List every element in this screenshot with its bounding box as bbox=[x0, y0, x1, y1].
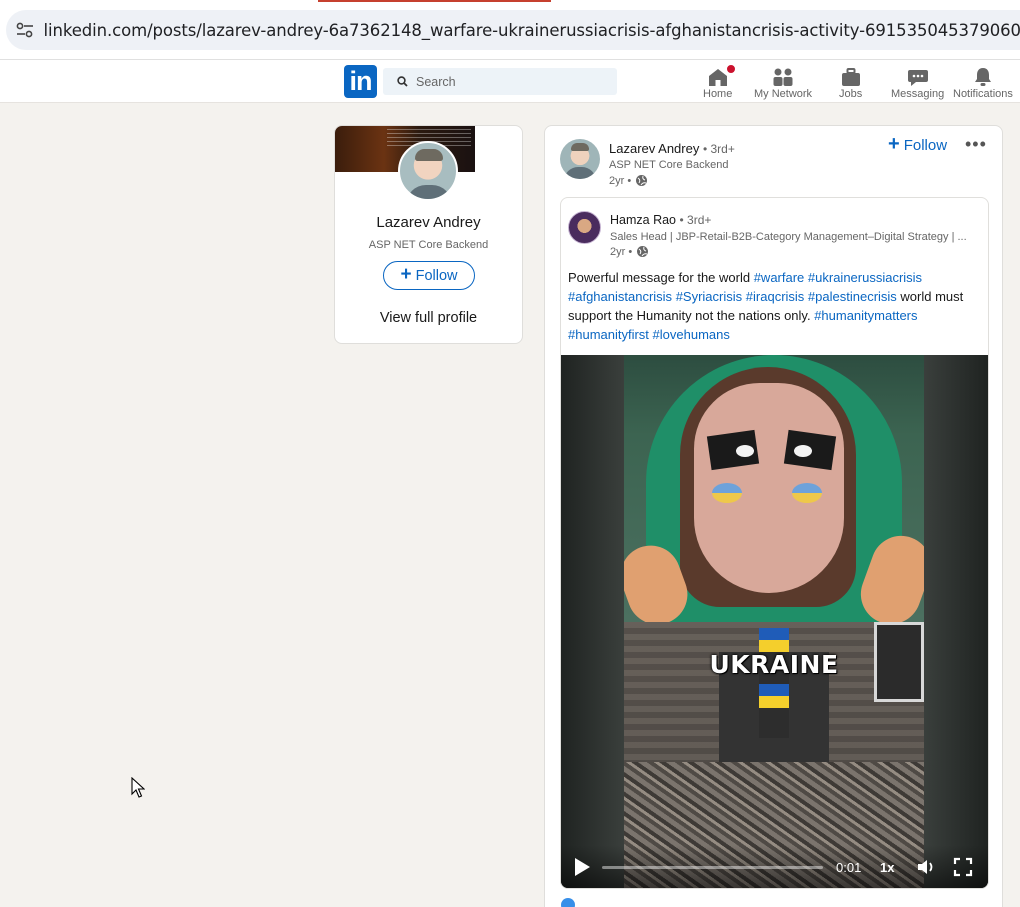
video-frame-top bbox=[624, 355, 924, 622]
reshare-timestamp: 2yr • bbox=[610, 245, 649, 258]
reshared-post: Hamza Rao • 3rd+ Sales Head | JBP-Retail… bbox=[560, 197, 989, 889]
linkedin-logo[interactable]: in bbox=[344, 65, 377, 98]
search-box[interactable] bbox=[383, 68, 617, 95]
nav-home[interactable]: Home bbox=[703, 63, 737, 101]
hashtag-syriacrisis[interactable]: #Syriacrisis bbox=[676, 289, 742, 304]
video-time: 0:01 bbox=[836, 860, 862, 875]
play-icon[interactable] bbox=[573, 857, 591, 877]
nav-my-network[interactable]: My Network bbox=[754, 63, 812, 101]
plus-icon: + bbox=[400, 264, 412, 285]
page-loading-bar bbox=[318, 0, 551, 2]
post-author-degree: • 3rd+ bbox=[702, 142, 735, 156]
hashtag-warfare[interactable]: #warfare bbox=[754, 270, 805, 285]
globe-icon bbox=[636, 175, 648, 186]
profile-follow-button[interactable]: + Follow bbox=[383, 261, 475, 290]
nav-notifications-label: Notifications bbox=[953, 88, 1013, 100]
hashtag-humanityfirst[interactable]: #humanityfirst bbox=[568, 327, 649, 342]
post-text: Powerful message for the world #warfare … bbox=[568, 268, 982, 344]
linkedin-top-nav: in Home My Network bbox=[0, 60, 1020, 103]
address-bar[interactable]: linkedin.com/posts/lazarev-andrey-6a7362… bbox=[6, 10, 1020, 50]
nav-jobs[interactable]: Jobs bbox=[839, 63, 862, 101]
hashtag-lovehumans[interactable]: #lovehumans bbox=[653, 327, 730, 342]
reshare-time-text: 2yr • bbox=[610, 245, 633, 258]
post-author[interactable]: Lazarev Andrey • 3rd+ bbox=[609, 141, 735, 156]
profile-name[interactable]: Lazarev Andrey bbox=[335, 214, 522, 231]
search-icon bbox=[397, 76, 408, 87]
site-settings-icon[interactable] bbox=[6, 10, 44, 50]
messaging-icon bbox=[907, 63, 929, 87]
hashtag-ukrainerussiacrisis[interactable]: #ukrainerussiacrisis bbox=[808, 270, 922, 285]
search-input[interactable] bbox=[416, 74, 606, 89]
profile-headline: ASP NET Core Backend bbox=[368, 239, 489, 251]
post-timestamp: 2yr • bbox=[609, 174, 648, 187]
follow-label: Follow bbox=[415, 267, 458, 284]
mouse-cursor-icon bbox=[131, 777, 145, 798]
video-progress-bar[interactable] bbox=[602, 866, 823, 869]
plus-icon: + bbox=[888, 133, 900, 155]
playback-speed-button[interactable]: 1x bbox=[880, 860, 894, 875]
nav-my-network-label: My Network bbox=[754, 88, 813, 100]
nav-messaging-label: Messaging bbox=[891, 88, 945, 100]
reshare-author-avatar[interactable] bbox=[568, 211, 601, 244]
volume-icon[interactable] bbox=[916, 857, 936, 877]
profile-card: Lazarev Andrey ASP NET Core Backend + Fo… bbox=[334, 125, 523, 344]
reshare-author-name[interactable]: Hamza Rao bbox=[610, 213, 676, 227]
view-full-profile-link[interactable]: View full profile bbox=[335, 310, 522, 326]
video-caption: UKRAINE bbox=[709, 650, 839, 679]
globe-icon bbox=[637, 246, 649, 257]
notifications-icon bbox=[972, 63, 994, 87]
nav-messaging[interactable]: Messaging bbox=[891, 63, 944, 101]
hashtag-humanitymatters[interactable]: #humanitymatters bbox=[814, 308, 917, 323]
video-letterbox-right bbox=[924, 355, 988, 888]
network-icon bbox=[771, 63, 795, 87]
reshare-author-headline: Sales Head | JBP-Retail-B2B-Category Man… bbox=[610, 231, 967, 243]
home-icon bbox=[707, 63, 737, 87]
nav-notifications[interactable]: Notifications bbox=[953, 63, 1013, 101]
post-author-name[interactable]: Lazarev Andrey bbox=[609, 141, 699, 156]
like-reaction-icon[interactable] bbox=[561, 898, 575, 907]
post-follow-button[interactable]: + Follow bbox=[888, 133, 948, 155]
post-follow-label: Follow bbox=[903, 136, 948, 154]
video-player[interactable]: UKRAINE 0:01 1x bbox=[561, 355, 988, 888]
fullscreen-icon[interactable] bbox=[953, 857, 973, 877]
url-text[interactable]: linkedin.com/posts/lazarev-andrey-6a7362… bbox=[44, 21, 1020, 40]
nav-jobs-label: Jobs bbox=[839, 88, 863, 100]
notification-badge bbox=[724, 63, 737, 75]
hashtag-iraqcrisis[interactable]: #iraqcrisis bbox=[746, 289, 805, 304]
post-text-part: Powerful message for the world bbox=[568, 270, 754, 285]
post-author-avatar[interactable] bbox=[560, 139, 600, 179]
post-card: Lazarev Andrey • 3rd+ ASP NET Core Backe… bbox=[544, 125, 1003, 907]
post-author-headline: ASP NET Core Backend bbox=[609, 159, 729, 171]
video-letterbox-left bbox=[561, 355, 624, 888]
more-options-icon[interactable]: ••• bbox=[965, 134, 987, 155]
browser-toolbar: linkedin.com/posts/lazarev-andrey-6a7362… bbox=[0, 0, 1020, 60]
jobs-icon bbox=[840, 63, 862, 87]
video-controls: 0:01 1x bbox=[561, 845, 988, 888]
hashtag-afghanistancrisis[interactable]: #afghanistancrisis bbox=[568, 289, 672, 304]
nav-home-label: Home bbox=[703, 88, 733, 100]
profile-avatar[interactable] bbox=[398, 141, 458, 201]
hashtag-palestinecrisis[interactable]: #palestinecrisis bbox=[808, 289, 897, 304]
reshare-author-degree: • 3rd+ bbox=[679, 213, 712, 227]
reshare-author[interactable]: Hamza Rao • 3rd+ bbox=[610, 213, 711, 227]
post-time-text: 2yr • bbox=[609, 174, 632, 187]
